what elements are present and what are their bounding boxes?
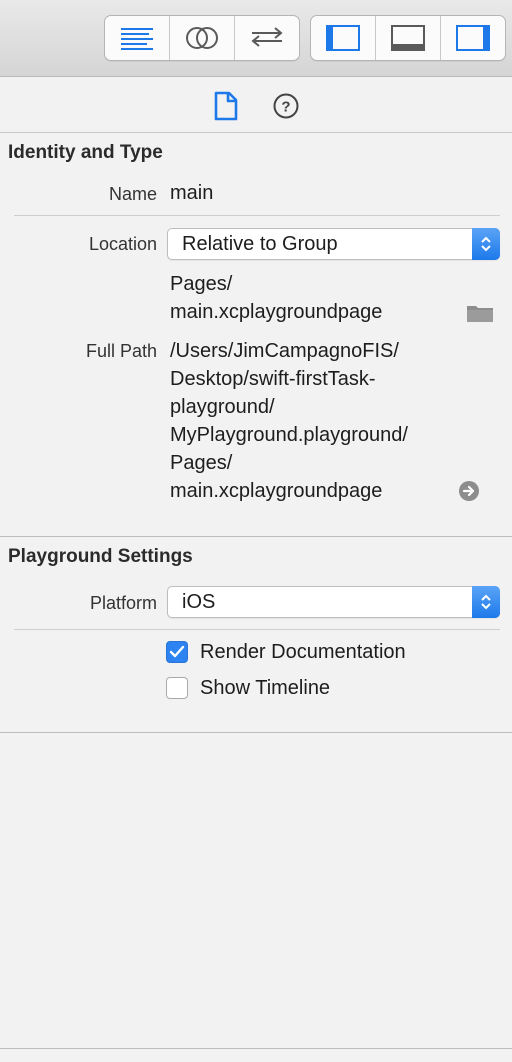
location-popup[interactable]: Relative to Group <box>167 228 500 260</box>
render-documentation-checkbox[interactable] <box>166 641 188 663</box>
folder-icon[interactable] <box>466 303 494 328</box>
name-label: Name <box>108 184 157 204</box>
full-path-line: playground/ <box>170 396 275 418</box>
checkmark-icon <box>169 645 185 658</box>
location-path-line: Pages/ <box>170 273 233 295</box>
version-editor-button[interactable] <box>235 16 299 60</box>
platform-popup-value: iOS <box>182 591 216 613</box>
platform-label: Platform <box>89 593 157 613</box>
show-timeline-label[interactable]: Show Timeline <box>200 677 330 700</box>
standard-editor-button[interactable] <box>105 16 170 60</box>
divider <box>14 215 500 216</box>
standard-editor-icon <box>121 28 153 50</box>
divider <box>14 629 500 630</box>
editor-mode-segmented-control <box>104 15 300 61</box>
panel-visibility-segmented-control <box>310 15 506 61</box>
debug-area-button[interactable] <box>376 16 441 60</box>
bottom-separator <box>0 1048 512 1049</box>
svg-text:?: ? <box>281 99 290 116</box>
section-separator <box>0 536 512 537</box>
full-path: /Users/JimCampagnoFIS/ Desktop/swift-fir… <box>170 337 408 505</box>
full-path-line: main.xcplaygroundpage <box>170 480 383 502</box>
file-document-icon <box>214 91 238 121</box>
name-value[interactable]: main <box>170 182 213 205</box>
full-path-line: Desktop/swift-firstTask- <box>170 368 376 390</box>
utilities-panel-icon <box>456 25 490 51</box>
empty-library-area <box>0 733 512 1048</box>
location-label: Location <box>88 234 157 254</box>
reveal-arrow-icon[interactable] <box>458 480 480 507</box>
assistant-editor-button[interactable] <box>170 16 235 60</box>
popup-stepper-icon <box>472 586 500 618</box>
identity-section-title: Identity and Type <box>8 142 163 163</box>
full-path-label: Full Path <box>85 341 157 361</box>
location-path-line: main.xcplaygroundpage <box>170 301 383 323</box>
file-inspector-tab[interactable] <box>211 91 241 121</box>
utilities-panel-button[interactable] <box>441 16 505 60</box>
assistant-editor-icon <box>186 27 218 49</box>
show-timeline-checkbox[interactable] <box>166 677 188 699</box>
location-popup-value: Relative to Group <box>182 233 338 255</box>
question-mark-icon: ? <box>273 93 299 119</box>
full-path-line: /Users/JimCampagnoFIS/ <box>170 340 399 362</box>
quick-help-tab[interactable]: ? <box>271 91 301 121</box>
debug-area-icon <box>391 25 425 51</box>
render-documentation-label[interactable]: Render Documentation <box>200 641 406 664</box>
popup-stepper-icon <box>472 228 500 260</box>
inspector-tab-bar: ? <box>0 77 512 133</box>
platform-popup[interactable]: iOS <box>167 586 500 618</box>
navigator-panel-icon <box>326 25 360 51</box>
toolbar <box>0 0 512 77</box>
location-path: Pages/ main.xcplaygroundpage <box>170 270 382 326</box>
version-editor-icon <box>251 27 283 47</box>
full-path-line: MyPlayground.playground/ <box>170 424 408 446</box>
navigator-panel-button[interactable] <box>311 16 376 60</box>
full-path-line: Pages/ <box>170 452 233 474</box>
playground-section-title: Playground Settings <box>8 546 193 567</box>
